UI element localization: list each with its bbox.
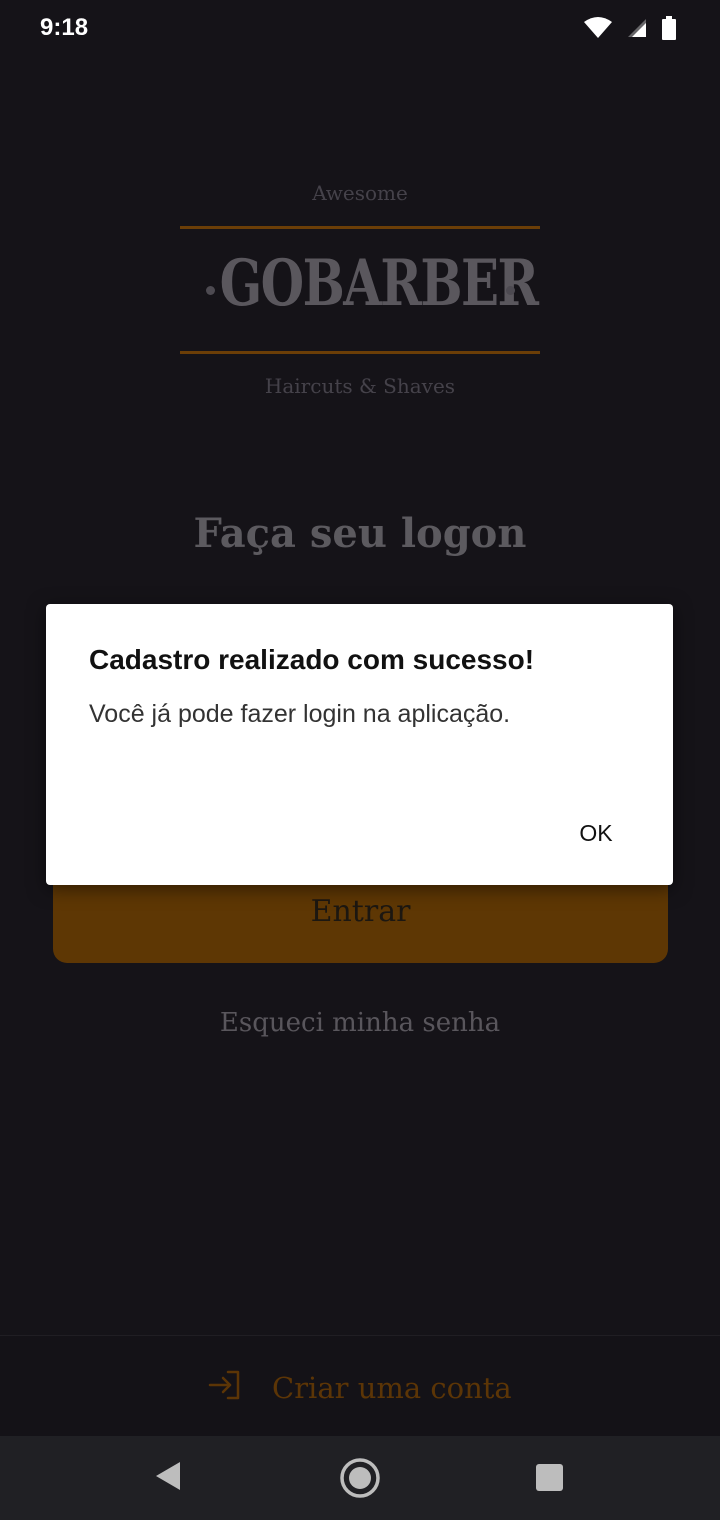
logo-divider-bottom: [180, 351, 540, 354]
logo-tagline: Haircuts & Shaves: [264, 374, 456, 398]
dialog-ok-button[interactable]: OK: [556, 808, 636, 858]
battery-icon: [662, 16, 676, 45]
create-account-button[interactable]: Criar uma conta: [208, 1370, 512, 1405]
success-dialog: Cadastro realizado com sucesso! Você já …: [46, 604, 673, 885]
logo-divider-top: [180, 226, 540, 229]
status-time: 9:18: [40, 14, 89, 41]
navigation-bar: [0, 1436, 720, 1520]
wifi-icon: [584, 17, 612, 44]
logo-dot-right: [506, 286, 515, 295]
home-icon[interactable]: [338, 1456, 382, 1505]
back-icon[interactable]: [154, 1460, 182, 1497]
gobarber-logo: Awesome GOBARBER Haircuts & Shaves: [180, 178, 540, 398]
status-icons: [584, 16, 676, 45]
footer: Criar uma conta: [0, 1335, 720, 1437]
signal-icon: [626, 17, 648, 44]
login-button-label: Entrar: [310, 894, 411, 929]
page-title: Faça seu logon: [193, 510, 527, 557]
recents-icon[interactable]: [536, 1464, 563, 1491]
logo-top-text: Awesome: [312, 181, 408, 205]
create-account-label: Criar uma conta: [272, 1370, 512, 1405]
dialog-message: Você já pode fazer login na aplicação.: [89, 700, 511, 728]
dialog-title: Cadastro realizado com sucesso!: [89, 644, 535, 675]
forgot-password-link[interactable]: Esqueci minha senha: [0, 1008, 720, 1038]
status-bar: 9:18: [0, 0, 720, 56]
log-in-icon: [208, 1370, 242, 1405]
logo-name: GOBARBER: [219, 246, 539, 321]
logo-dot-left: [206, 286, 215, 295]
